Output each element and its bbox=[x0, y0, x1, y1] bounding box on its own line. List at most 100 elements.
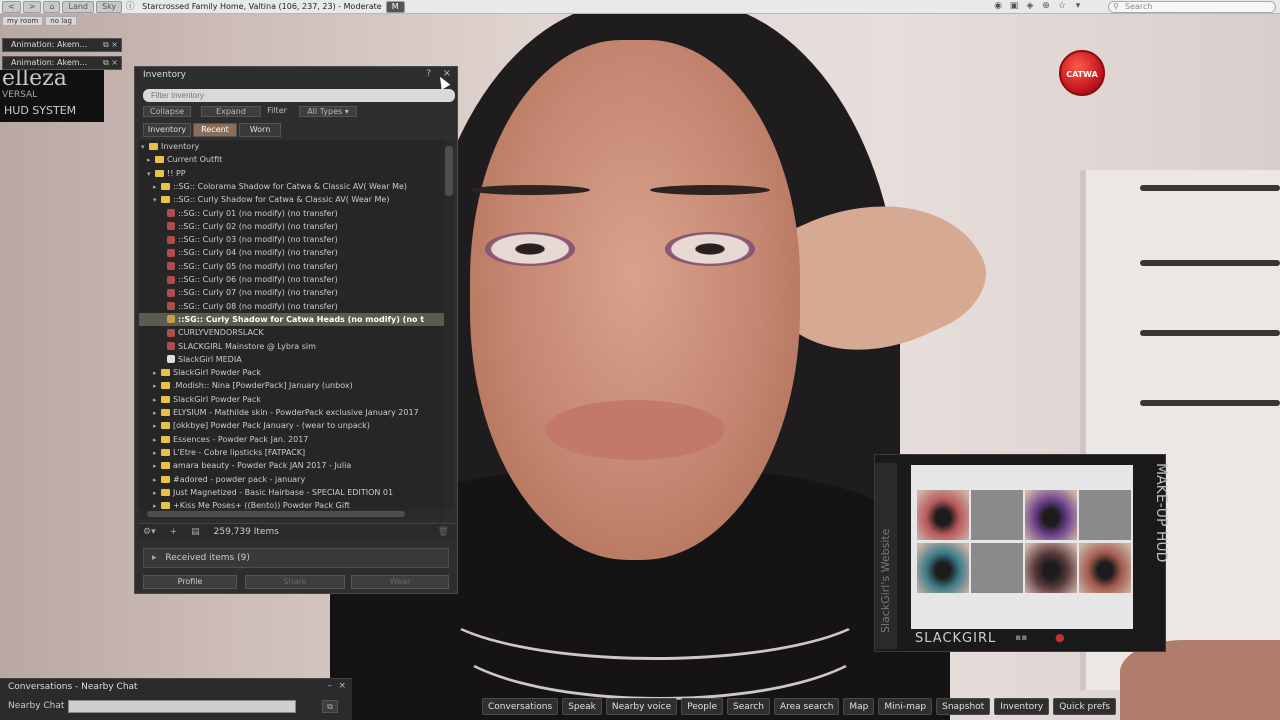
tree-folder[interactable]: ▸ Current Outfit bbox=[139, 153, 445, 166]
makeup-swatch-button[interactable] bbox=[971, 543, 1023, 593]
catwa-hud-button[interactable]: CATWA bbox=[1059, 50, 1105, 96]
chevron-right-icon[interactable]: ▸ bbox=[153, 460, 161, 473]
chevron-right-icon[interactable]: ▸ bbox=[153, 487, 161, 500]
makeup-swatch-button[interactable] bbox=[1079, 543, 1131, 593]
voice-status-icon[interactable]: ◉ bbox=[992, 1, 1004, 11]
toolbar-mini-map-button[interactable]: Mini-map bbox=[878, 698, 933, 715]
tree-folder[interactable]: ▸ .Modish:: Nina [PowderPack] January (un… bbox=[139, 379, 445, 392]
tree-item[interactable]: SlackGirl MEDIA bbox=[139, 353, 445, 366]
filter-button[interactable]: Filter bbox=[263, 106, 291, 117]
tree-item[interactable]: ::SG:: Curly 04 (no modify) (no transfer… bbox=[139, 246, 445, 259]
toolbar-snapshot-button[interactable]: Snapshot bbox=[936, 698, 991, 715]
toolbar-map-button[interactable]: Map bbox=[843, 698, 875, 715]
toolbar-speak-button[interactable]: Speak bbox=[562, 698, 602, 715]
belleza-hud[interactable]: elleza VERSAL HUD SYSTEM bbox=[0, 70, 104, 122]
toolbar-nearby-voice-button[interactable]: Nearby voice bbox=[605, 698, 678, 715]
type-select[interactable]: All Types ▾ bbox=[299, 106, 357, 117]
makeup-swatch-button[interactable] bbox=[1025, 543, 1077, 593]
chevron-right-icon[interactable]: ▸ bbox=[153, 474, 161, 487]
toolbar-people-button[interactable]: People bbox=[681, 698, 724, 715]
chevron-right-icon[interactable]: ▸ bbox=[153, 420, 161, 433]
tree-item[interactable]: SLACKGIRL Mainstore @ Lybra sim bbox=[139, 340, 445, 353]
new-window-icon[interactable]: ▤ bbox=[191, 527, 200, 537]
chevron-right-icon[interactable]: ▸ bbox=[153, 407, 161, 420]
animation-notice[interactable]: Animation: Akem... ⧉ × bbox=[2, 38, 122, 52]
chevron-right-icon[interactable]: ▸ bbox=[153, 394, 161, 407]
tree-folder[interactable]: ▸ Essences - Powder Pack Jan. 2017 bbox=[139, 433, 445, 446]
tree-item[interactable]: ::SG:: Curly 01 (no modify) (no transfer… bbox=[139, 207, 445, 220]
chevron-right-icon[interactable]: ▸ bbox=[153, 181, 161, 194]
favorite-my-room[interactable]: my room bbox=[2, 16, 44, 26]
scroll-thumb[interactable] bbox=[445, 146, 453, 196]
tree-item[interactable]: ::SG:: Curly 03 (no modify) (no transfer… bbox=[139, 233, 445, 246]
received-items-panel[interactable]: ▸ Received items (9) bbox=[143, 548, 449, 568]
sky-button[interactable]: Sky bbox=[96, 0, 123, 13]
add-icon[interactable]: + bbox=[170, 527, 178, 537]
landmark-icon[interactable]: ⊕ bbox=[1040, 1, 1052, 11]
tree-item[interactable]: ::SG:: Curly 07 (no modify) (no transfer… bbox=[139, 286, 445, 299]
home-button[interactable]: ⌂ bbox=[43, 0, 61, 13]
tree-item[interactable]: ::SG:: Curly 06 (no modify) (no transfer… bbox=[139, 273, 445, 286]
chevron-right-icon[interactable]: ▸ bbox=[147, 154, 155, 167]
toolbar-conversations-button[interactable]: Conversations bbox=[482, 698, 559, 715]
info-icon[interactable]: ⓘ bbox=[124, 2, 136, 12]
region-flags-icon[interactable]: ▣ bbox=[1008, 1, 1020, 11]
forward-button[interactable]: > bbox=[22, 0, 42, 13]
close-icon[interactable]: ⧉ × bbox=[103, 39, 118, 51]
tree-item[interactable]: ::SG:: Curly Shadow for Catwa Heads (no … bbox=[139, 312, 445, 326]
vertical-scrollbar[interactable] bbox=[444, 140, 454, 510]
tree-item[interactable]: CURLYVENDORSLACK bbox=[139, 326, 445, 339]
tree-folder[interactable]: ▸ [okkbye] Powder Pack January - (wear to… bbox=[139, 419, 445, 432]
inventory-tree[interactable]: ▾ Inventory ▸ Current Outfit ▾!! PP ▸::SG:: C… bbox=[139, 140, 445, 510]
chevron-right-icon[interactable]: ▸ bbox=[153, 434, 161, 447]
profile-button[interactable]: Profile bbox=[143, 575, 237, 589]
chevron-right-icon[interactable]: ▸ bbox=[153, 367, 161, 380]
makeup-swatch-button[interactable] bbox=[1079, 490, 1131, 540]
tree-item[interactable]: ::SG:: Curly 05 (no modify) (no transfer… bbox=[139, 260, 445, 273]
animation-notice[interactable]: Animation: Akem... ⧉ × bbox=[2, 56, 122, 70]
expand-button[interactable]: Expand bbox=[201, 106, 261, 117]
chevron-right-icon[interactable]: ▸ bbox=[153, 380, 161, 393]
tree-folder[interactable]: ▸ amara beauty - Powder Pack JAN 2017 - J… bbox=[139, 459, 445, 472]
tree-folder[interactable]: ▸ SlackGirl Powder Pack bbox=[139, 393, 445, 406]
toolbar-area-search-button[interactable]: Area search bbox=[773, 698, 840, 715]
tree-folder[interactable]: ▾::SG:: Curly Shadow for Catwa & Classic… bbox=[139, 193, 445, 206]
trash-icon[interactable]: 🗑 bbox=[438, 527, 449, 537]
back-button[interactable]: < bbox=[2, 0, 21, 13]
tab-recent[interactable]: Recent bbox=[193, 123, 237, 137]
tree-folder[interactable]: ▾ Inventory bbox=[139, 140, 445, 153]
tree-item[interactable]: ::SG:: Curly 02 (no modify) (no transfer… bbox=[139, 220, 445, 233]
close-icon[interactable]: × bbox=[338, 681, 346, 691]
toolbar-inventory-button[interactable]: Inventory bbox=[994, 698, 1050, 715]
favorite-star-icon[interactable]: ☆ bbox=[1056, 1, 1068, 11]
tree-folder[interactable]: ▸ L'Etre - Cobre lipsticks [FATPACK] bbox=[139, 446, 445, 459]
hud-controls-icon[interactable]: ▪▪ bbox=[1015, 633, 1027, 643]
website-link-strip[interactable]: SlackGirl's Website bbox=[875, 463, 897, 649]
tree-item[interactable]: ::SG:: Curly 08 (no modify) (no transfer… bbox=[139, 300, 445, 313]
chat-history-icon[interactable]: ⧉ bbox=[322, 700, 338, 713]
scroll-thumb[interactable] bbox=[147, 511, 405, 517]
tree-folder[interactable]: ▸ ELYSIUM - Mathilde skin - PowderPack ex… bbox=[139, 406, 445, 419]
makeup-swatch-button[interactable] bbox=[917, 543, 969, 593]
minimize-icon[interactable]: – bbox=[328, 681, 333, 691]
tree-folder[interactable]: ▸ SlackGirl Powder Pack bbox=[139, 366, 445, 379]
makeup-swatch-button[interactable] bbox=[917, 490, 969, 540]
favorite-no-lag[interactable]: no lag bbox=[45, 16, 77, 26]
help-icon[interactable]: ? bbox=[426, 69, 431, 79]
makeup-swatch-button[interactable] bbox=[971, 490, 1023, 540]
makeup-hud[interactable]: SlackGirl's Website MAKE-UP HUD SLACKGIR… bbox=[874, 454, 1169, 652]
search-field[interactable]: ⚲ Search bbox=[1108, 1, 1276, 13]
tree-folder[interactable]: ▸ Just Magnetized - Basic Hairbase - SPEC… bbox=[139, 486, 445, 499]
close-icon[interactable]: ⧉ × bbox=[103, 57, 118, 69]
filter-inventory-input[interactable] bbox=[143, 89, 455, 102]
chevron-down-icon[interactable]: ▾ bbox=[153, 194, 161, 207]
horizontal-scrollbar[interactable] bbox=[139, 509, 445, 519]
makeup-swatch-button[interactable] bbox=[1025, 490, 1077, 540]
tab-worn[interactable]: Worn bbox=[239, 123, 281, 137]
chat-input[interactable] bbox=[68, 700, 296, 713]
toolbar-search-button[interactable]: Search bbox=[727, 698, 770, 715]
collapse-button[interactable]: Collapse bbox=[143, 106, 191, 117]
tree-folder[interactable]: ▸::SG:: Colorama Shadow for Catwa & Clas… bbox=[139, 180, 445, 193]
chevron-down-icon[interactable]: ▾ bbox=[141, 141, 149, 154]
location-text[interactable]: Starcrossed Family Home, Valtina (106, 2… bbox=[142, 2, 382, 11]
